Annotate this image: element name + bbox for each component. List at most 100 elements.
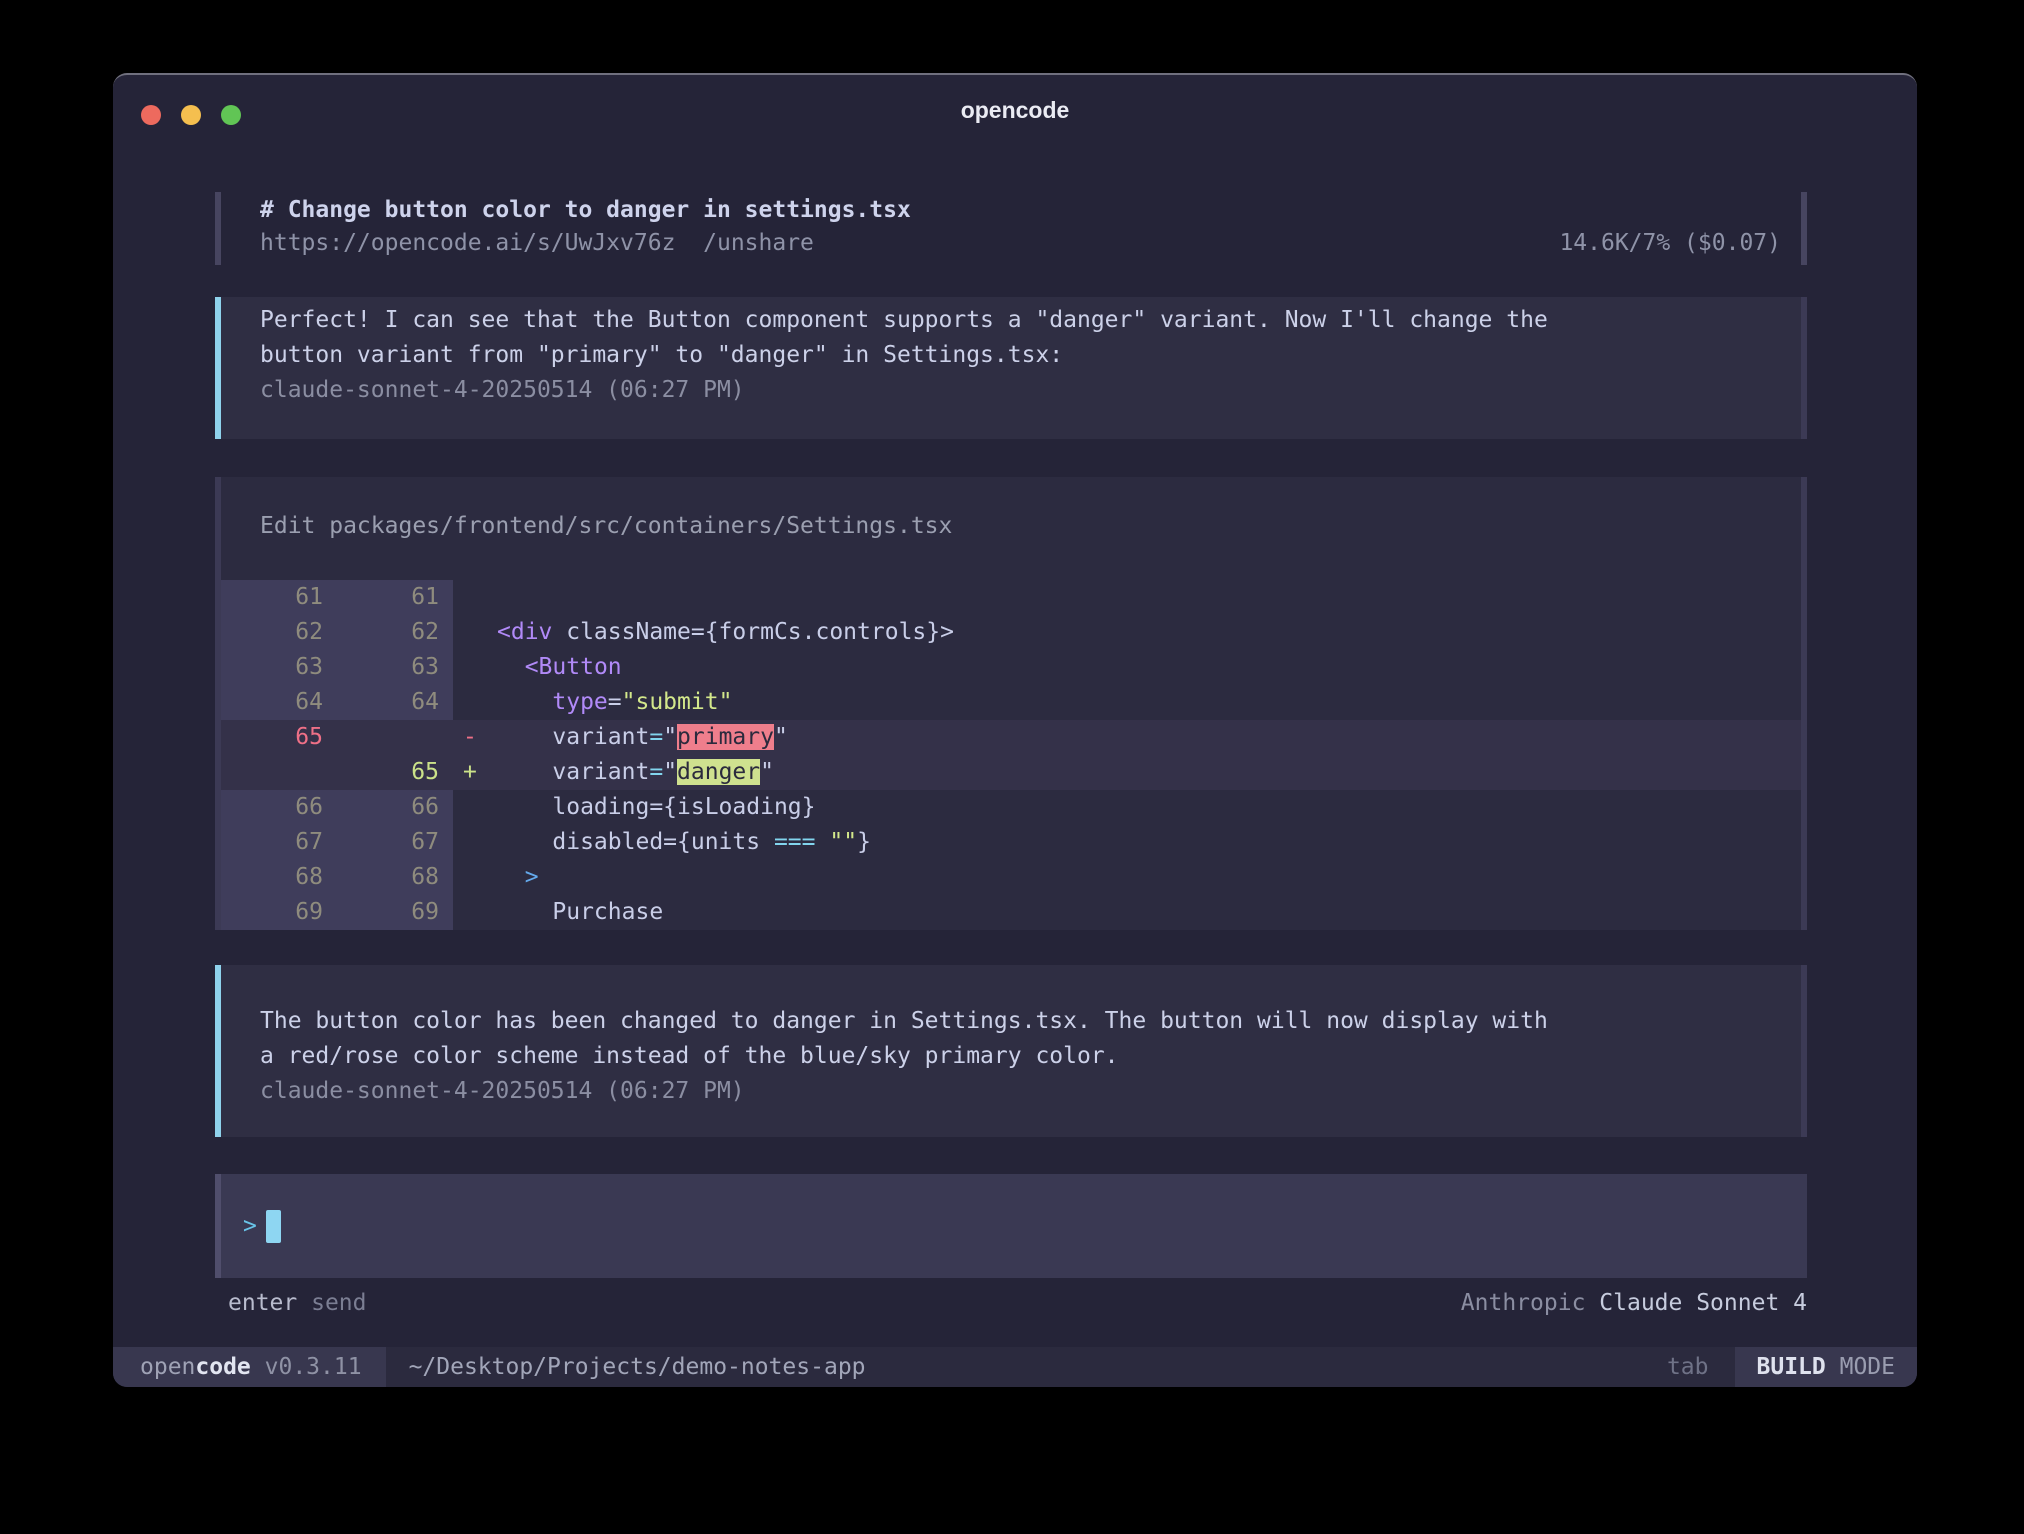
diff-marker [453, 685, 489, 720]
window-title: opencode [113, 97, 1917, 124]
diff-row: 69 69 Purchase [215, 895, 1807, 930]
assistant-message-2: The button color has been changed to dan… [215, 965, 1807, 1137]
code-line: variant="danger" [489, 755, 1807, 790]
new-line-number: 69 [337, 895, 453, 930]
diff-marker: - [453, 720, 489, 755]
session-header: # Change button color to danger in setti… [215, 192, 1807, 265]
diff-view: 61 61 62 62 <div className={formCs.contr… [215, 580, 1807, 930]
diff-row: 65 + variant="danger" [215, 755, 1807, 790]
app-name-code: code [195, 1354, 250, 1380]
old-line-number [221, 755, 337, 790]
code-line: disabled={units === ""} [489, 825, 1807, 860]
model-provider: Anthropic [1461, 1290, 1599, 1316]
enter-key-hint: enter [228, 1290, 297, 1316]
diff-marker [453, 860, 489, 895]
edit-tool-block: Edit packages/frontend/src/containers/Se… [215, 477, 1807, 930]
message-line: Perfect! I can see that the Button compo… [260, 303, 1807, 338]
tab-key-hint: tab [1667, 1347, 1709, 1387]
diff-row: 61 61 [215, 580, 1807, 615]
new-line-number: 66 [337, 790, 453, 825]
message-right-bar [1801, 297, 1807, 439]
code-line: loading={isLoading} [489, 790, 1807, 825]
header-right-bar [1801, 192, 1807, 265]
old-line-number: 63 [221, 650, 337, 685]
old-line-number: 67 [221, 825, 337, 860]
old-line-number: 69 [221, 895, 337, 930]
new-line-number [337, 720, 453, 755]
edit-scrollbar[interactable] [1801, 477, 1807, 930]
message-line: button variant from "primary" to "danger… [260, 338, 1807, 373]
diff-marker [453, 790, 489, 825]
diff-marker [453, 895, 489, 930]
diff-marker [453, 580, 489, 615]
diff-row: 66 66 loading={isLoading} [215, 790, 1807, 825]
share-url[interactable]: https://opencode.ai/s/UwJxv76z [260, 230, 675, 256]
prompt-input[interactable]: > [215, 1174, 1807, 1278]
code-line: <Button [489, 650, 1807, 685]
header-left-bar [215, 192, 221, 265]
diff-marker [453, 825, 489, 860]
edit-left-bar [215, 477, 221, 930]
diff-row: 64 64 type="submit" [215, 685, 1807, 720]
diff-row: 62 62 <div className={formCs.controls}> [215, 615, 1807, 650]
app-version-badge: opencode v0.3.11 [113, 1347, 386, 1387]
old-line-number: 65 [221, 720, 337, 755]
session-title: # Change button color to danger in setti… [260, 194, 1781, 227]
new-line-number: 62 [337, 615, 453, 650]
status-bar: opencode v0.3.11 ~/Desktop/Projects/demo… [113, 1347, 1917, 1387]
share-url-row: https://opencode.ai/s/UwJxv76z /unshare [260, 227, 814, 260]
unshare-command[interactable]: /unshare [703, 230, 814, 256]
model-name: Claude Sonnet 4 [1599, 1290, 1807, 1316]
new-line-number: 63 [337, 650, 453, 685]
code-line: > [489, 860, 1807, 895]
new-line-number: 65 [337, 755, 453, 790]
token-usage: 14.6K/7% ($0.07) [1559, 227, 1781, 260]
mode-build-label: BUILD [1757, 1354, 1826, 1380]
message-line: a red/rose color scheme instead of the b… [260, 1039, 1807, 1074]
app-name-open: open [140, 1354, 195, 1380]
diff-row: 68 68 > [215, 860, 1807, 895]
diff-row: 67 67 disabled={units === ""} [215, 825, 1807, 860]
new-line-number: 68 [337, 860, 453, 895]
new-line-number: 61 [337, 580, 453, 615]
hints-row: enter send Anthropic Claude Sonnet 4 [215, 1287, 1807, 1320]
diff-marker: + [453, 755, 489, 790]
text-cursor [266, 1210, 281, 1243]
new-line-number: 67 [337, 825, 453, 860]
old-line-number: 66 [221, 790, 337, 825]
titlebar: opencode [113, 75, 1917, 145]
app-version: v0.3.11 [251, 1354, 362, 1380]
message-meta: claude-sonnet-4-20250514 (06:27 PM) [260, 373, 1807, 408]
message-accent-bar [215, 297, 221, 439]
diff-marker [453, 650, 489, 685]
edit-file-title: Edit packages/frontend/src/containers/Se… [215, 510, 1807, 543]
send-hint: enter send [228, 1287, 367, 1320]
prompt-symbol: > [243, 1213, 257, 1239]
code-line: type="submit" [489, 685, 1807, 720]
diff-marker [453, 615, 489, 650]
send-action-hint: send [311, 1290, 366, 1316]
new-line-number: 64 [337, 685, 453, 720]
diff-row: 63 63 <Button [215, 650, 1807, 685]
message-line: The button color has been changed to dan… [260, 1004, 1807, 1039]
message-meta: claude-sonnet-4-20250514 (06:27 PM) [260, 1074, 1807, 1109]
old-line-number: 64 [221, 685, 337, 720]
message-accent-bar [215, 965, 221, 1137]
opencode-window: opencode # Change button color to danger… [113, 73, 1917, 1387]
message-right-bar [1801, 965, 1807, 1137]
old-line-number: 61 [221, 580, 337, 615]
old-line-number: 68 [221, 860, 337, 895]
working-directory: ~/Desktop/Projects/demo-notes-app [409, 1347, 866, 1387]
diff-row: 65 - variant="primary" [215, 720, 1807, 755]
code-line: <div className={formCs.controls}> [489, 615, 1807, 650]
screen: { "window": { "title": "opencode" }, "he… [0, 0, 2024, 1534]
session-content: # Change button color to danger in setti… [215, 145, 1807, 1320]
model-indicator: Anthropic Claude Sonnet 4 [1461, 1287, 1807, 1320]
code-line: variant="primary" [489, 720, 1807, 755]
code-line [489, 580, 1807, 615]
mode-toggle[interactable]: BUILD MODE [1735, 1347, 1918, 1387]
input-left-bar [215, 1174, 221, 1278]
code-line: Purchase [489, 895, 1807, 930]
assistant-message-1: Perfect! I can see that the Button compo… [215, 297, 1807, 439]
old-line-number: 62 [221, 615, 337, 650]
